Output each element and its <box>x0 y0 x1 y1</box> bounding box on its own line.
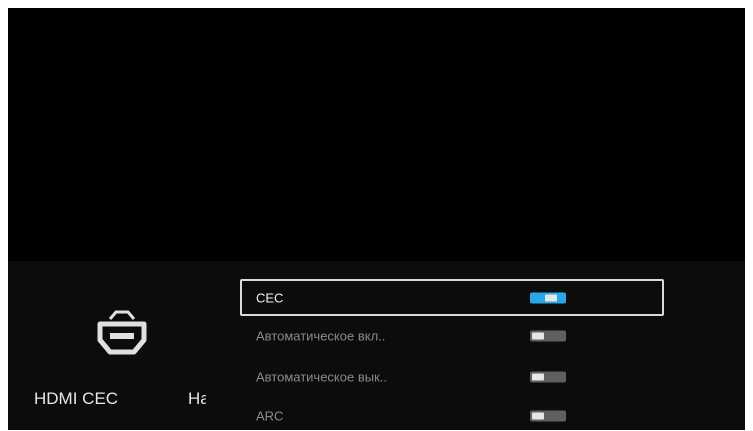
toggle-knob <box>532 373 544 380</box>
settings-panel: HDMI CEC На CEC Автоматическое вкл.. Авт… <box>8 261 745 430</box>
section-title: HDMI CEC <box>34 389 119 408</box>
menu-item-auto-power-off[interactable]: Автоматическое вык.. <box>240 358 664 395</box>
menu-item-label: CEC <box>256 290 284 305</box>
menu-item-label: Автоматическое вкл.. <box>256 328 386 343</box>
toggle-knob <box>532 412 544 419</box>
menu-item-cec[interactable]: CEC <box>240 279 664 316</box>
menu-item-arc[interactable]: ARC <box>240 397 664 430</box>
auto-power-off-toggle[interactable] <box>530 371 566 382</box>
menu-item-label: ARC <box>256 408 284 423</box>
menu-item-label: Автоматическое вык.. <box>256 369 387 384</box>
next-section-title[interactable]: На <box>188 389 206 409</box>
arc-toggle[interactable] <box>530 410 566 421</box>
cec-toggle[interactable] <box>530 292 566 303</box>
cec-settings-list: CEC Автоматическое вкл.. Автоматическое … <box>240 277 666 427</box>
tv-screen: HDMI CEC На CEC Автоматическое вкл.. Авт… <box>8 8 745 430</box>
hdmi-icon <box>97 310 147 355</box>
toggle-knob <box>545 294 557 301</box>
menu-item-auto-power-on[interactable]: Автоматическое вкл.. <box>240 317 664 354</box>
auto-power-on-toggle[interactable] <box>530 330 566 341</box>
toggle-knob <box>532 332 544 339</box>
